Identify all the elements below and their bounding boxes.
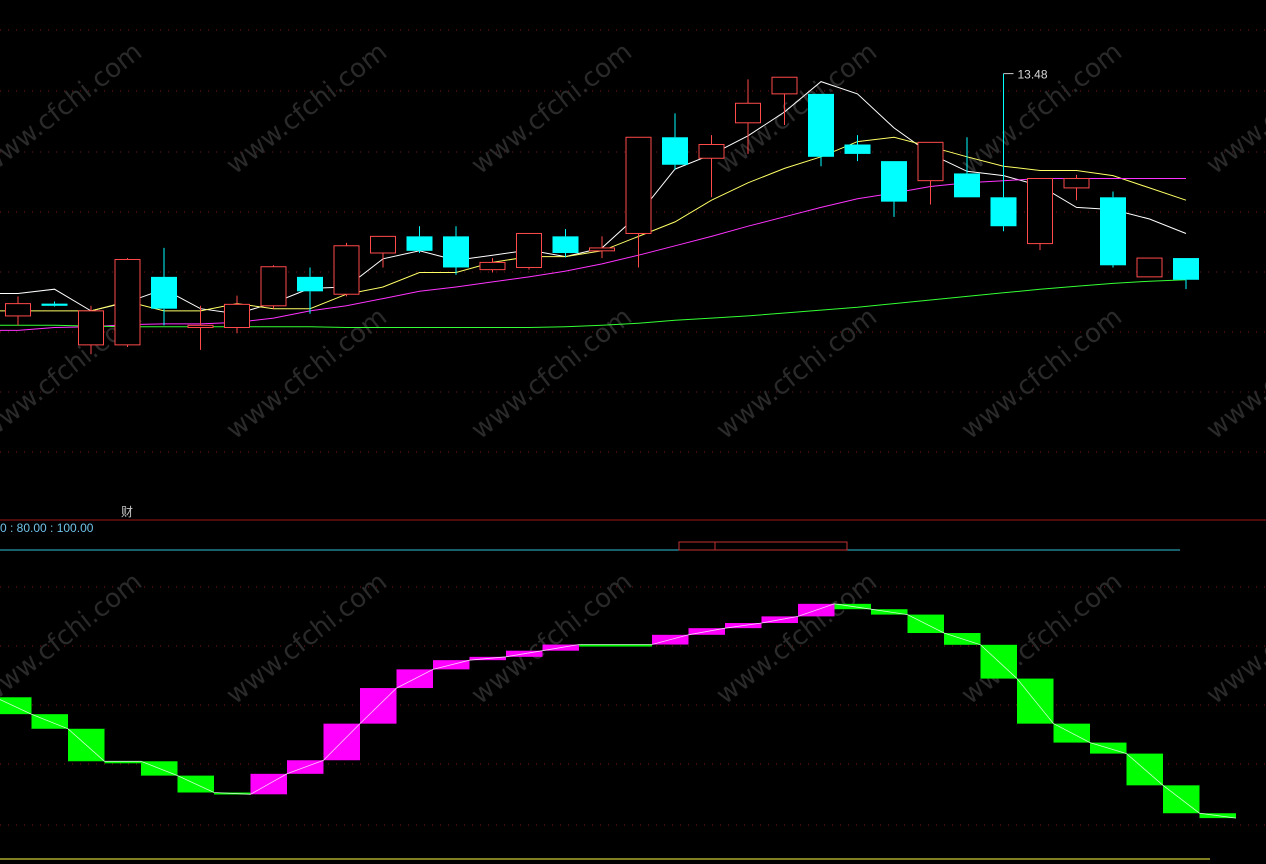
candle-body (297, 276, 323, 292)
indicator-header-box (678, 541, 848, 551)
candle (1027, 177, 1053, 251)
candle (881, 161, 907, 217)
watermark-text: www.cfchi.com (466, 37, 638, 181)
candle-body (808, 93, 834, 157)
candle-body (552, 236, 579, 253)
indicator-header-label: 0 : 80.00 : 100.00 (0, 521, 94, 535)
candle-body (41, 303, 68, 306)
candle-body (917, 141, 944, 182)
candle (1136, 257, 1163, 278)
candle-body (1136, 257, 1163, 278)
candle (41, 301, 68, 307)
marker-label[interactable]: 财 (121, 505, 133, 519)
stock-chart: www.cfchi.com www.cfchi.com www.cfchi.com w… (0, 29, 1266, 860)
candle (844, 135, 871, 162)
candle (1063, 174, 1090, 201)
candle (808, 93, 834, 167)
candle-body (370, 235, 396, 254)
candle (917, 141, 944, 205)
watermark-text: www.cfchi.com (0, 567, 148, 711)
watermark-text: www.cfchi.com (711, 302, 883, 446)
candle-body (954, 173, 980, 198)
candle (406, 226, 433, 253)
candle (1173, 258, 1199, 290)
candle-body (771, 76, 798, 95)
candle-body (662, 137, 688, 165)
watermark-text: www.cfchi.com (956, 37, 1128, 181)
candle-body (1173, 258, 1199, 280)
candle-body (1100, 197, 1126, 266)
candle (5, 296, 31, 326)
candle-body (78, 310, 104, 346)
candle (552, 229, 579, 258)
candle (662, 113, 688, 170)
candle (479, 258, 506, 273)
watermark-text: www.cfchi.com (1201, 37, 1266, 181)
candle (625, 136, 652, 268)
candle-body (151, 276, 177, 309)
candle-body (114, 259, 141, 346)
candle-body (406, 236, 433, 251)
candle-body (516, 232, 542, 268)
candle (260, 265, 287, 309)
ma-line (0, 279, 1187, 328)
watermark-text: www.cfchi.com (956, 302, 1128, 446)
candle-body (5, 303, 31, 317)
candle-body (698, 144, 725, 159)
candle-body (589, 247, 615, 252)
candle-body (187, 324, 214, 329)
candle (1100, 191, 1126, 268)
candle-body (260, 266, 287, 307)
candle-body (735, 102, 761, 124)
watermark-text: www.cfchi.com (1201, 567, 1266, 711)
candle-body (224, 303, 250, 329)
candle (151, 247, 177, 326)
candle-body (1063, 177, 1090, 189)
candle-body (990, 197, 1017, 227)
candle (443, 226, 469, 275)
candle (370, 235, 396, 268)
candle-body (625, 136, 652, 234)
watermark-text: www.cfchi.com (221, 37, 393, 181)
candle-body (479, 261, 506, 271)
peak-price-label: 13.48 (1018, 68, 1048, 82)
candle (297, 267, 323, 314)
watermark-text: www.cfchi.com (711, 567, 883, 711)
candle-body (1027, 177, 1053, 245)
indicator-header: 0 : 80.00 : 100.00 (0, 521, 1180, 551)
candle-body (333, 245, 360, 295)
candle (516, 232, 542, 270)
watermark-text: www.cfchi.com (466, 302, 638, 446)
candle (114, 258, 141, 348)
watermark-text: www.cfchi.com (0, 37, 148, 181)
candle (187, 305, 214, 350)
candle-body (881, 161, 907, 202)
candle (333, 242, 360, 297)
watermark-text: www.cfchi.com (466, 567, 638, 711)
watermark-text: www.cfchi.com (1201, 302, 1266, 446)
candle (224, 295, 250, 334)
candle-body (844, 144, 871, 154)
candle-body (443, 236, 469, 268)
